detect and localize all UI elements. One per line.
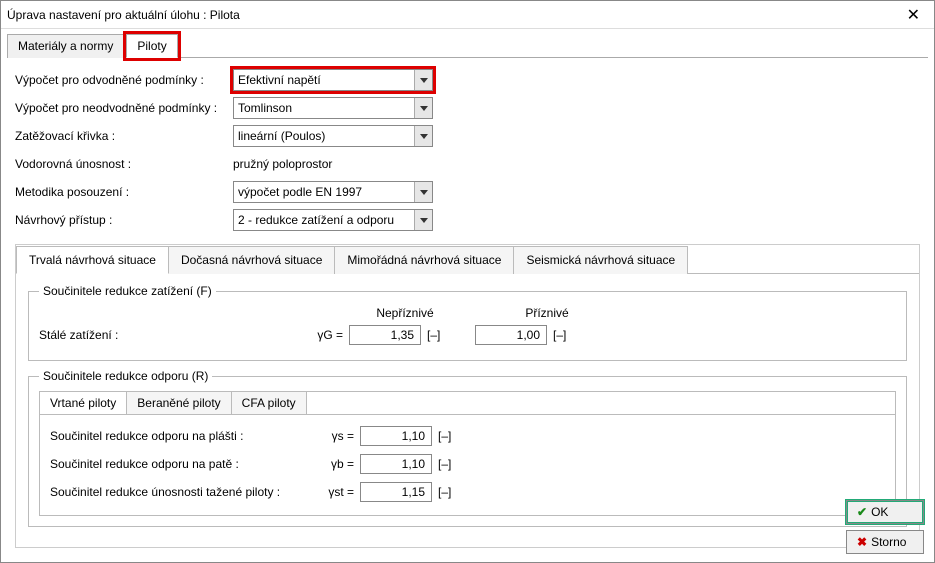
tab-situation-permanent[interactable]: Trvalá návrhová situace — [16, 246, 169, 274]
unit-shaft: [–] — [432, 429, 466, 443]
chevron-down-icon — [414, 70, 432, 90]
select-undrained[interactable]: Tomlinson — [233, 97, 433, 119]
input-gamma-s[interactable] — [360, 426, 432, 446]
cancel-label: Storno — [871, 535, 906, 549]
select-approach[interactable]: 2 - redukce zatížení a odporu — [233, 209, 433, 231]
label-shaft: Součinitel redukce odporu na plášti : — [50, 429, 310, 443]
unit-base: [–] — [432, 457, 466, 471]
tab-situation-seismic[interactable]: Seismická návrhová situace — [514, 246, 688, 274]
situation-body: Součinitele redukce zatížení (F) Nepřízn… — [16, 274, 919, 547]
pile-body: Součinitel redukce odporu na plášti : γs… — [39, 414, 896, 516]
main-tabs: Materiály a normy Piloty — [7, 33, 928, 58]
ok-label: OK — [871, 505, 888, 519]
pile-type-tabs: Vrtané piloty Beraněné piloty CFA piloty — [39, 391, 896, 414]
cancel-button[interactable]: ✖ Storno — [846, 530, 924, 554]
unit-tension: [–] — [432, 485, 466, 499]
label-tension: Součinitel redukce únosnosti tažené pilo… — [50, 485, 310, 499]
value-horizontal: pružný poloprostor — [233, 155, 332, 173]
chevron-down-icon — [414, 98, 432, 118]
header-favorable: Příznivé — [491, 306, 603, 320]
tab-pile-driven[interactable]: Beraněné piloty — [127, 392, 231, 414]
input-gamma-b[interactable] — [360, 454, 432, 474]
symbol-gamma-b: γb = — [310, 457, 360, 471]
dialog-buttons: ✔ OK ✖ Storno — [846, 500, 924, 554]
resistance-reduction-legend: Součinitele redukce odporu (R) — [39, 369, 212, 383]
select-approach-value: 2 - redukce zatížení a odporu — [238, 213, 394, 227]
x-icon: ✖ — [857, 535, 867, 549]
label-loadcurve: Zatěžovací křivka : — [15, 129, 233, 143]
window-title: Úprava nastavení pro aktuální úlohu : Pi… — [7, 8, 899, 22]
load-reduction-group: Součinitele redukce zatížení (F) Nepřízn… — [28, 284, 907, 361]
tab-pile-bored[interactable]: Vrtané piloty — [40, 392, 127, 414]
select-drained-value: Efektivní napětí — [238, 73, 321, 87]
symbol-gamma-s: γs = — [310, 429, 360, 443]
tab-situation-temporary[interactable]: Dočasná návrhová situace — [169, 246, 335, 274]
load-reduction-legend: Součinitele redukce zatížení (F) — [39, 284, 216, 298]
label-method: Metodika posouzení : — [15, 185, 233, 199]
label-undrained: Výpočet pro neodvodněné podmínky : — [15, 101, 233, 115]
unit-2: [–] — [547, 328, 581, 342]
ok-button[interactable]: ✔ OK — [846, 500, 924, 524]
tab-pile-cfa[interactable]: CFA piloty — [232, 392, 307, 414]
symbol-gamma-st: γst = — [310, 485, 360, 499]
label-drained: Výpočet pro odvodněné podmínky : — [15, 73, 233, 87]
close-icon[interactable]: ✕ — [899, 5, 928, 25]
header-unfavorable: Nepříznivé — [349, 306, 461, 320]
design-situation-panel: Trvalá návrhová situace Dočasná návrhová… — [15, 244, 920, 548]
select-drained[interactable]: Efektivní napětí — [233, 69, 433, 91]
content-area: Výpočet pro odvodněné podmínky : Efektiv… — [1, 58, 934, 558]
symbol-gamma-g: γG = — [299, 328, 349, 342]
chevron-down-icon — [414, 210, 432, 230]
chevron-down-icon — [414, 126, 432, 146]
label-base: Součinitel redukce odporu na patě : — [50, 457, 310, 471]
select-method-value: výpočet podle EN 1997 — [238, 185, 362, 199]
select-loadcurve-value: lineární (Poulos) — [238, 129, 325, 143]
tab-piles[interactable]: Piloty — [126, 34, 177, 58]
select-undrained-value: Tomlinson — [238, 101, 292, 115]
chevron-down-icon — [414, 182, 432, 202]
select-method[interactable]: výpočet podle EN 1997 — [233, 181, 433, 203]
select-loadcurve[interactable]: lineární (Poulos) — [233, 125, 433, 147]
label-horizontal: Vodorovná únosnost : — [15, 157, 233, 171]
check-icon: ✔ — [857, 505, 867, 519]
unit-1: [–] — [421, 328, 455, 342]
input-gamma-st[interactable] — [360, 482, 432, 502]
resistance-reduction-group: Součinitele redukce odporu (R) Vrtané pi… — [28, 369, 907, 527]
situation-tabs: Trvalá návrhová situace Dočasná návrhová… — [16, 245, 919, 274]
label-permanent-load: Stálé zatížení : — [39, 328, 299, 342]
label-approach: Návrhový přístup : — [15, 213, 233, 227]
input-gamma-g-fav[interactable] — [475, 325, 547, 345]
titlebar: Úprava nastavení pro aktuální úlohu : Pi… — [1, 1, 934, 29]
input-gamma-g-unfav[interactable] — [349, 325, 421, 345]
dialog-window: Úprava nastavení pro aktuální úlohu : Pi… — [0, 0, 935, 563]
tab-materials[interactable]: Materiály a normy — [7, 34, 124, 58]
tab-situation-accidental[interactable]: Mimořádná návrhová situace — [335, 246, 514, 274]
